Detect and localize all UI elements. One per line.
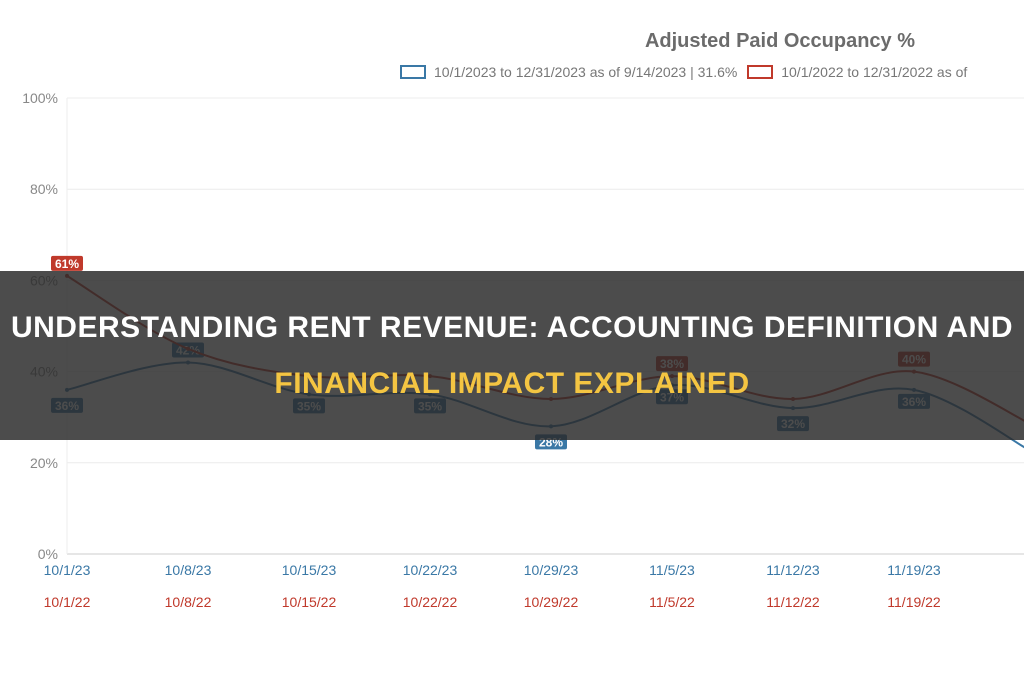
y-tick-label: 0% <box>38 546 58 562</box>
x-tick-label-current: 10/15/23 <box>282 562 337 578</box>
chart-title: Adjusted Paid Occupancy % <box>644 30 916 52</box>
y-tick-label: 100% <box>22 90 58 106</box>
x-tick-label-current: 10/8/23 <box>165 562 212 578</box>
x-tick-label-prior: 11/12/22 <box>766 594 820 610</box>
y-tick-label: 80% <box>30 181 58 197</box>
x-tick-label-current: 11/5/23 <box>649 562 695 578</box>
x-tick-label-current: 11/19/23 <box>887 562 941 578</box>
legend-item-prior: 10/1/2022 to 12/31/2022 as of <box>747 64 967 80</box>
x-tick-label-prior: 10/8/22 <box>165 594 212 610</box>
y-tick-label: 20% <box>30 455 58 471</box>
chart-legend: 10/1/2023 to 12/31/2023 as of 9/14/2023 … <box>400 64 973 82</box>
legend-item-current: 10/1/2023 to 12/31/2023 as of 9/14/2023 … <box>400 64 737 80</box>
legend-swatch-prior <box>747 65 774 79</box>
legend-label-current: 10/1/2023 to 12/31/2023 as of 9/14/2023 … <box>434 64 738 80</box>
x-tick-label-prior: 10/22/22 <box>403 594 458 610</box>
x-tick-label-prior: 10/29/22 <box>524 594 579 610</box>
data-label: 61% <box>55 257 79 271</box>
headline: UNDERSTANDING RENT REVENUE: ACCOUNTING D… <box>0 300 1024 412</box>
headline-line-1: UNDERSTANDING RENT REVENUE: ACCOUNTING D… <box>10 311 1014 344</box>
x-tick-label-current: 10/29/23 <box>524 562 579 578</box>
x-tick-label-prior: 11/19/22 <box>887 594 941 610</box>
x-tick-label-current: 10/1/23 <box>44 562 91 578</box>
x-tick-label-prior: 10/1/22 <box>44 594 91 610</box>
legend-label-prior: 10/1/2022 to 12/31/2022 as of <box>781 64 968 80</box>
x-tick-label-prior: 11/5/22 <box>649 594 695 610</box>
x-tick-label-current: 11/12/23 <box>766 562 820 578</box>
legend-swatch-current <box>400 65 426 79</box>
headline-line-2: FINANCIAL IMPACT EXPLAINED <box>274 367 750 400</box>
x-tick-label-current: 10/22/23 <box>403 562 458 578</box>
x-tick-label-prior: 10/15/22 <box>282 594 337 610</box>
